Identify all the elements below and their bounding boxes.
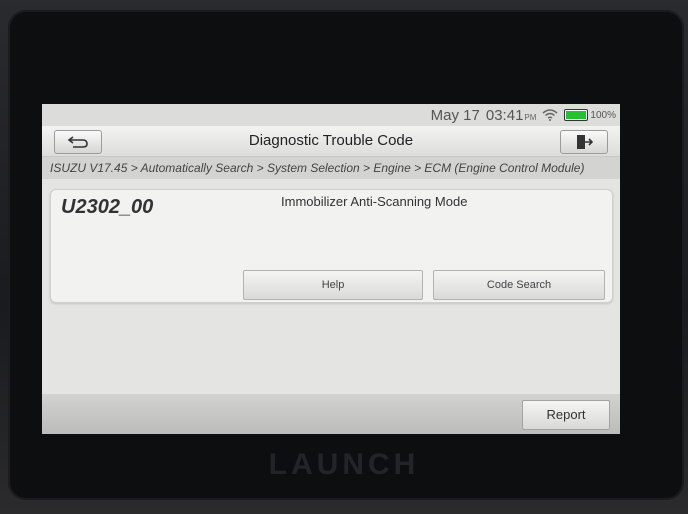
- status-bar: May 17 03:41PM 100%: [42, 104, 620, 126]
- help-button[interactable]: Help: [243, 270, 423, 300]
- breadcrumb: ISUZU V17.45 > Automatically Search > Sy…: [42, 157, 620, 179]
- tablet-screen: May 17 03:41PM 100% Diagnostic Trouble C…: [42, 104, 620, 434]
- battery-percent: 100%: [590, 109, 616, 121]
- exit-button[interactable]: [560, 130, 608, 154]
- dtc-card: U2302_00 Immobilizer Anti-Scanning Mode …: [50, 189, 613, 303]
- page-title: Diagnostic Trouble Code: [248, 132, 414, 149]
- report-button[interactable]: Report: [522, 400, 610, 430]
- dtc-content-area: U2302_00 Immobilizer Anti-Scanning Mode …: [42, 179, 620, 394]
- status-time: 03:41PM: [486, 107, 537, 124]
- status-date: May 17: [430, 106, 480, 124]
- dtc-code: U2302_00: [61, 196, 154, 218]
- exit-icon: [577, 135, 593, 149]
- status-ampm: PM: [524, 112, 537, 122]
- wifi-icon: [542, 109, 558, 121]
- title-bar: Diagnostic Trouble Code: [42, 126, 620, 157]
- device-brand-logo: LAUNCH: [268, 448, 420, 481]
- battery-indicator: 100%: [564, 109, 616, 121]
- code-search-button[interactable]: Code Search: [433, 270, 605, 300]
- bottom-bar: Report: [42, 394, 620, 434]
- status-bar-right: May 17 03:41PM 100%: [431, 106, 616, 124]
- status-time-value: 03:41: [485, 106, 524, 124]
- battery-icon: [564, 109, 589, 121]
- dtc-description: Immobilizer Anti-Scanning Mode: [281, 194, 468, 209]
- battery-fill: [566, 111, 587, 119]
